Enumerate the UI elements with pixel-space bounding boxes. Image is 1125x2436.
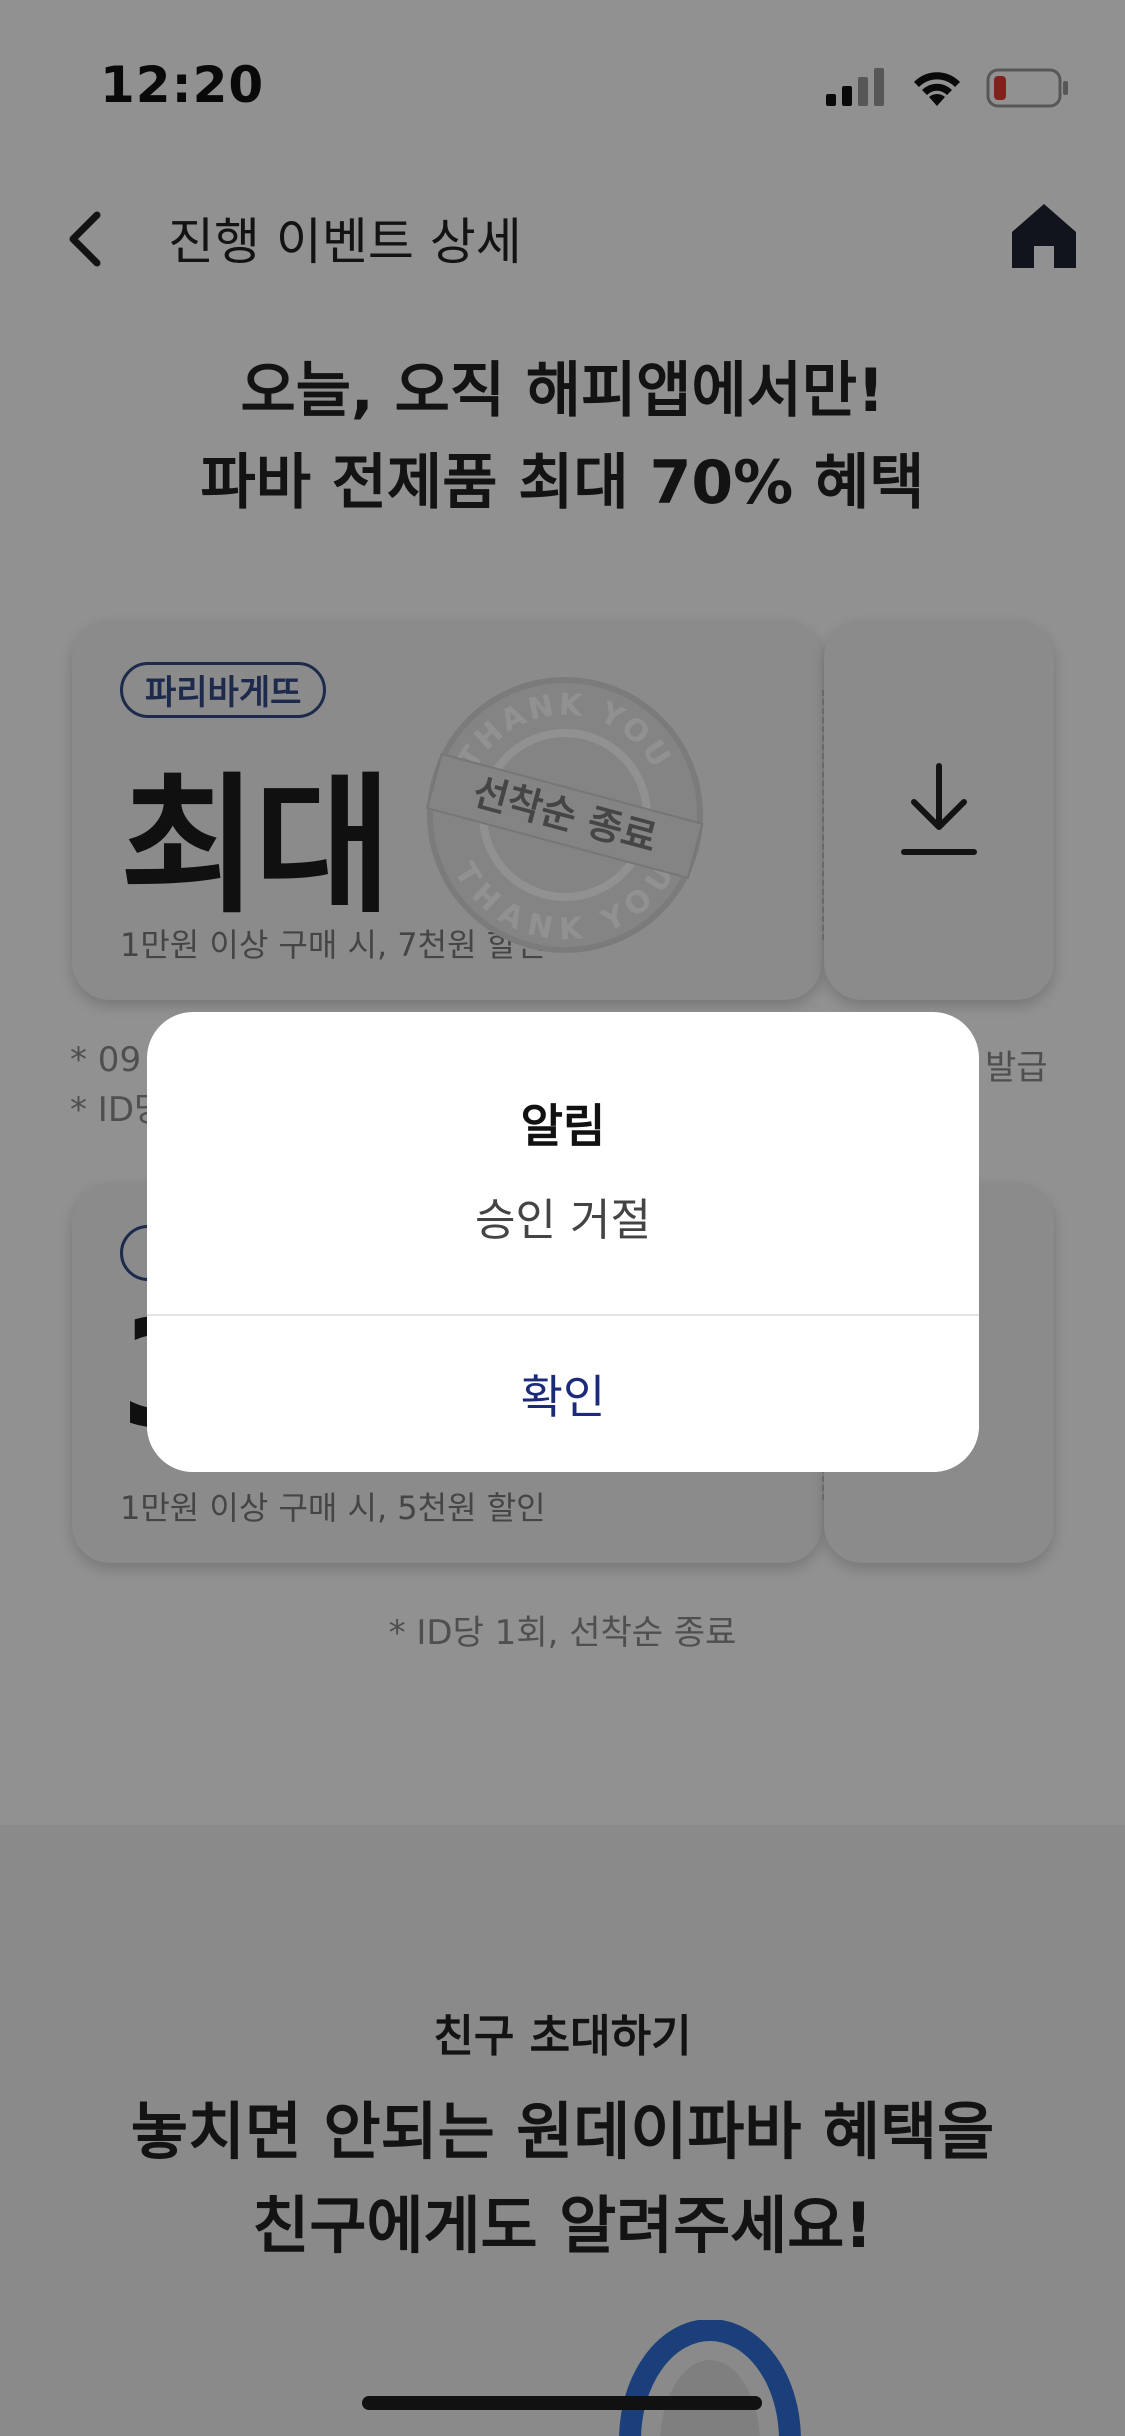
- dialog-message: 승인 거절: [475, 1195, 651, 1246]
- alert-dialog: 알림 승인 거절 확인: [147, 1012, 979, 1472]
- dialog-title: 알림: [520, 1099, 606, 1153]
- confirm-button[interactable]: 확인: [147, 1316, 979, 1472]
- home-indicator[interactable]: [362, 2396, 762, 2410]
